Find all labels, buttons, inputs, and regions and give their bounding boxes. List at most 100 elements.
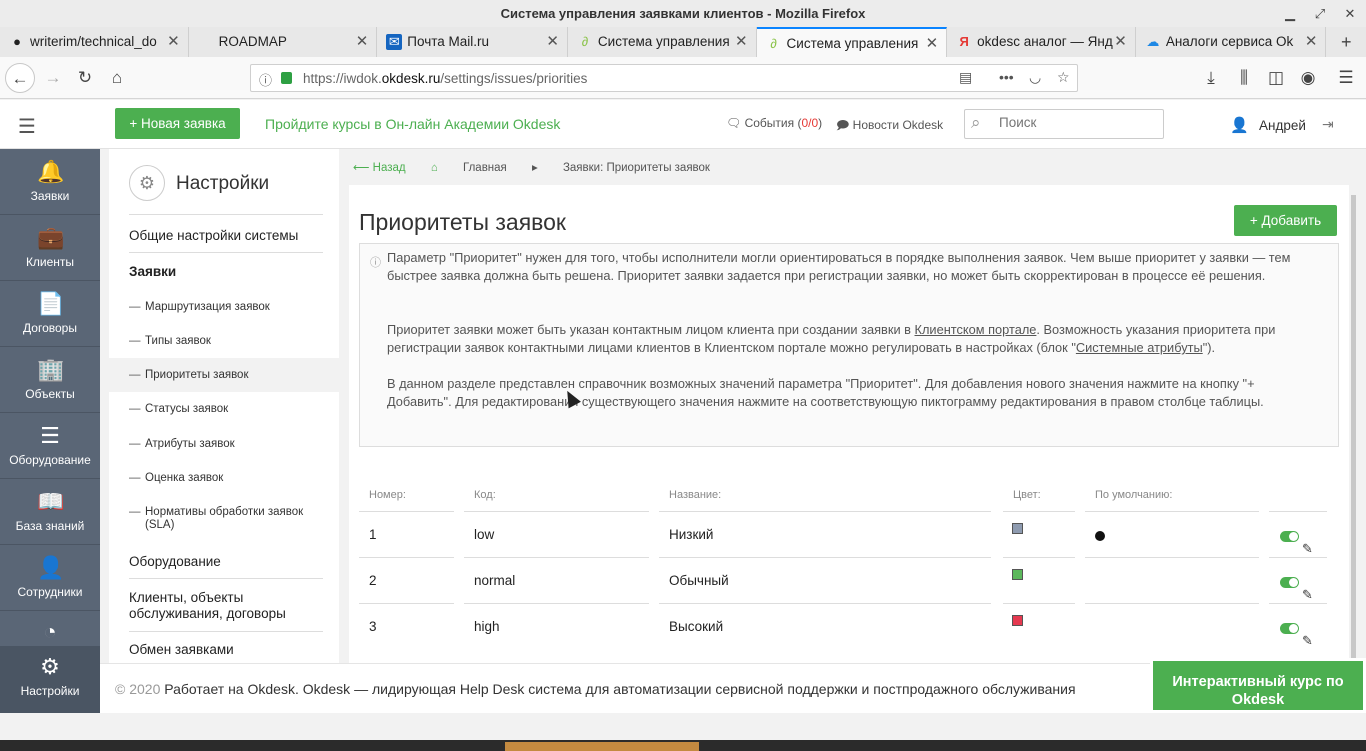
nav-clients[interactable]: 💼 Клиенты bbox=[0, 215, 100, 281]
search-icon: ⌕ bbox=[971, 113, 981, 132]
settings-sub-item[interactable]: Статусы заявок bbox=[129, 403, 323, 415]
url-bar[interactable]: ⓘ https://iwdok.okdesk.ru/settings/issue… bbox=[250, 64, 1078, 92]
breadcrumb-back[interactable]: ⟵ Назад bbox=[353, 162, 406, 174]
browser-tab[interactable]: ☁ Аналоги сервиса Ok ✕ bbox=[1136, 27, 1327, 57]
settings-sub-item-active[interactable]: Приоритеты заявок bbox=[109, 358, 339, 392]
close-window-icon[interactable]: ✕ bbox=[1340, 0, 1360, 27]
nav-objects[interactable]: 🏢 Объекты bbox=[0, 347, 100, 413]
cell-default bbox=[1085, 512, 1259, 558]
pocket-icon[interactable]: ◡ bbox=[1029, 69, 1041, 86]
cell-actions: ✎ bbox=[1269, 604, 1327, 650]
nav-equipment[interactable]: ☰ Оборудование bbox=[0, 413, 100, 479]
settings-issues[interactable]: Заявки bbox=[129, 264, 323, 288]
events-link[interactable]: 🗨 События (0/0) bbox=[726, 116, 822, 130]
system-attributes-link[interactable]: Системные атрибуты bbox=[1076, 340, 1203, 355]
home-button[interactable]: ⌂ bbox=[102, 63, 132, 93]
content-panel: Приоритеты заявок + Добавить ⓘ Параметр … bbox=[349, 185, 1349, 663]
academy-link[interactable]: Пройдите курсы в Он-лайн Академии Okdesk bbox=[265, 116, 560, 132]
nav-employees[interactable]: 👤 Сотрудники bbox=[0, 545, 100, 611]
nav-reports[interactable]: ◔ bbox=[0, 611, 100, 646]
browser-tabbar: ● writerim/technical_do ✕ ROADMAP ✕ ✉ Почта … bbox=[0, 27, 1366, 57]
active-toggle[interactable] bbox=[1280, 623, 1299, 634]
back-button[interactable]: ← bbox=[5, 63, 35, 93]
nav-settings[interactable]: ⚙ Настройки bbox=[0, 646, 100, 713]
col-name: Название: bbox=[659, 489, 991, 512]
close-tab-icon[interactable]: ✕ bbox=[735, 27, 748, 57]
cell-name: Высокий bbox=[669, 619, 724, 634]
nav-issues[interactable]: 🔔 Заявки bbox=[0, 149, 100, 215]
bell-icon: 🔔 bbox=[37, 159, 65, 184]
settings-nav-header: ⚙ Настройки bbox=[129, 163, 323, 215]
more-actions-icon[interactable]: ••• bbox=[999, 69, 1014, 85]
breadcrumb-home[interactable]: ⌂ Главная ▸ bbox=[431, 162, 538, 174]
settings-sub-item[interactable]: Нормативы обработки заявок (SLA) bbox=[129, 506, 323, 532]
url-text: https://iwdok.okdesk.ru/settings/issues/… bbox=[303, 71, 588, 86]
settings-sub-item[interactable]: Оценка заявок bbox=[129, 472, 323, 484]
color-swatch bbox=[1012, 615, 1023, 626]
browser-tab[interactable]: ● writerim/technical_do ✕ bbox=[0, 27, 189, 57]
color-swatch bbox=[1012, 569, 1023, 580]
add-button[interactable]: + Добавить bbox=[1234, 205, 1337, 236]
close-tab-icon[interactable]: ✕ bbox=[167, 27, 180, 57]
user-name[interactable]: Андрей bbox=[1259, 118, 1306, 133]
restore-icon[interactable]: ⤢ bbox=[1310, 0, 1330, 27]
col-actions bbox=[1269, 489, 1327, 512]
reader-view-icon[interactable]: ▤ bbox=[959, 69, 972, 86]
new-tab-button[interactable]: + bbox=[1326, 27, 1366, 57]
cell-code: low bbox=[464, 512, 649, 558]
sidebar-icon[interactable]: ◫ bbox=[1261, 63, 1291, 93]
cell-actions: ✎ bbox=[1269, 558, 1327, 604]
settings-equipment[interactable]: Оборудование bbox=[129, 554, 323, 579]
window-title: Система управления заявками клиентов - M… bbox=[500, 6, 866, 21]
download-icon[interactable]: ⤓ bbox=[1196, 63, 1226, 93]
browser-tab[interactable]: ✉ Почта Mail.ru ✕ bbox=[377, 27, 568, 57]
gear-icon: ⚙ bbox=[40, 654, 60, 679]
search-box[interactable]: ⌕ bbox=[964, 109, 1164, 139]
new-issue-button[interactable]: + Новая заявка bbox=[115, 108, 240, 139]
close-tab-icon[interactable]: ✕ bbox=[1114, 27, 1127, 57]
bookmark-star-icon[interactable]: ☆ bbox=[1057, 69, 1070, 86]
lock-icon bbox=[281, 72, 292, 84]
interactive-course-button[interactable]: Интерактивный курс по Okdesk bbox=[1150, 658, 1366, 713]
news-link[interactable]: 🗩 Новости Okdesk bbox=[836, 116, 943, 137]
col-code: Код: bbox=[464, 489, 649, 512]
left-nav: 🔔 Заявки 💼 Клиенты 📄 Договоры 🏢 Объекты ☰ Обо… bbox=[0, 149, 100, 713]
window-titlebar: Система управления заявками клиентов - M… bbox=[0, 0, 1366, 27]
browser-tab[interactable]: ∂ Система управления ✕ bbox=[568, 27, 757, 57]
minimize-icon[interactable]: ▁ bbox=[1280, 0, 1300, 27]
logout-icon[interactable]: ⇥ bbox=[1322, 116, 1334, 133]
scrollbar[interactable] bbox=[1351, 195, 1356, 663]
browser-tab[interactable]: Яokdesc аналог — Янд ✕ bbox=[947, 27, 1136, 57]
info-paragraph: В данном разделе представлен справочник … bbox=[387, 376, 1264, 409]
server-icon: ☰ bbox=[40, 423, 60, 448]
taskbar-active-window[interactable] bbox=[505, 742, 699, 751]
settings-sub-item[interactable]: Маршрутизация заявок bbox=[129, 301, 323, 313]
search-input[interactable] bbox=[999, 115, 1149, 130]
forward-button[interactable]: → bbox=[38, 63, 68, 93]
browser-tab-active[interactable]: ∂ Система управления ✕ bbox=[756, 27, 948, 57]
account-icon[interactable]: ◉ bbox=[1293, 63, 1323, 93]
nav-contracts[interactable]: 📄 Договоры bbox=[0, 281, 100, 347]
menu-icon[interactable]: ☰ bbox=[1331, 63, 1361, 93]
browser-tab[interactable]: ROADMAP ✕ bbox=[189, 27, 378, 57]
settings-clients[interactable]: Клиенты, объекты обслуживания, договоры bbox=[129, 590, 323, 632]
close-tab-icon[interactable]: ✕ bbox=[926, 29, 939, 57]
dashboard-icon: ◔ bbox=[43, 619, 57, 644]
cell-number: 3 bbox=[369, 619, 377, 634]
active-toggle[interactable] bbox=[1280, 531, 1299, 542]
reload-button[interactable]: ↻ bbox=[70, 63, 100, 93]
nav-knowledge-base[interactable]: 📖 База знаний bbox=[0, 479, 100, 545]
table-header: Номер: Код: Название: Цвет: По умолчанию… bbox=[359, 489, 1327, 512]
settings-sub-item[interactable]: Атрибуты заявок bbox=[129, 438, 323, 450]
hamburger-icon[interactable]: ☰ bbox=[18, 114, 36, 139]
home-icon: ⌂ bbox=[430, 162, 441, 174]
client-portal-link[interactable]: Клиентском портале bbox=[915, 322, 1037, 337]
close-tab-icon[interactable]: ✕ bbox=[546, 27, 559, 57]
close-tab-icon[interactable]: ✕ bbox=[1305, 27, 1318, 57]
info-icon[interactable]: ⓘ bbox=[259, 70, 272, 89]
library-icon[interactable]: ⫼ bbox=[1229, 63, 1259, 93]
close-tab-icon[interactable]: ✕ bbox=[356, 27, 369, 57]
settings-general[interactable]: Общие настройки системы bbox=[129, 228, 323, 253]
active-toggle[interactable] bbox=[1280, 577, 1299, 588]
settings-sub-item[interactable]: Типы заявок bbox=[129, 335, 323, 347]
